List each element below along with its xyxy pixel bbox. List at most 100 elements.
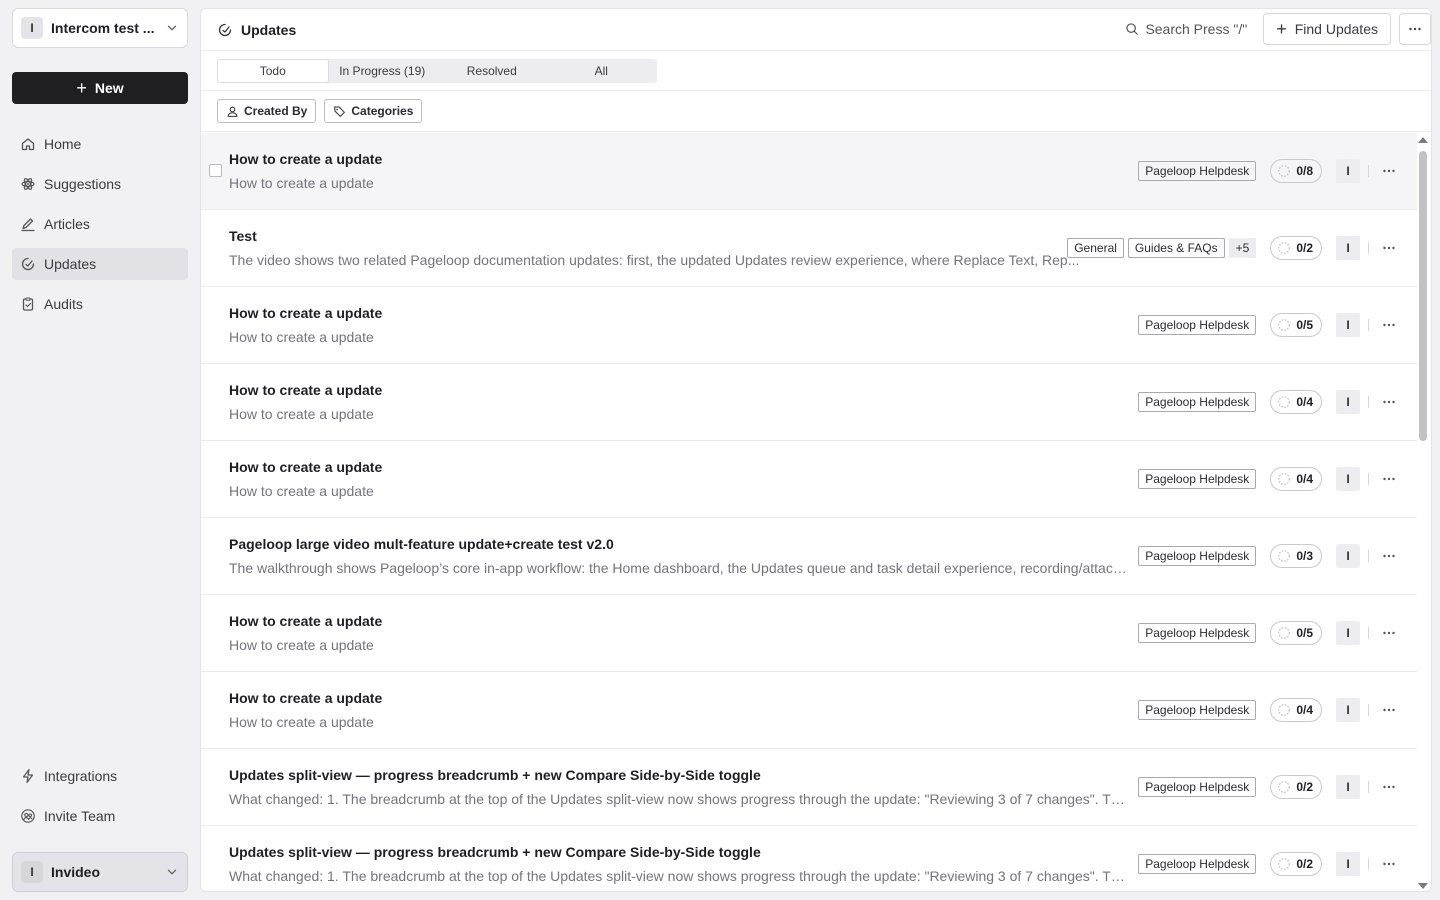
- scroll-down-arrow[interactable]: [1418, 883, 1428, 889]
- row-actions-button[interactable]: [1381, 548, 1397, 564]
- row-actions-button[interactable]: [1381, 702, 1397, 718]
- divider: [1368, 781, 1369, 793]
- new-button[interactable]: + New: [12, 72, 188, 104]
- sidebar-item-suggestions[interactable]: Suggestions: [12, 168, 188, 200]
- more-horizontal-icon: [1383, 862, 1395, 866]
- list-scrollbar[interactable]: [1415, 133, 1431, 891]
- scroll-thumb[interactable]: [1419, 151, 1427, 441]
- more-horizontal-icon: [1383, 785, 1395, 789]
- row-description: The walkthrough shows Pageloop’s core in…: [229, 560, 1129, 576]
- category-tag[interactable]: Pageloop Helpdesk: [1138, 469, 1257, 489]
- created-by-filter[interactable]: Created By: [217, 99, 317, 123]
- category-tag[interactable]: Pageloop Helpdesk: [1138, 161, 1257, 181]
- assignee-avatar[interactable]: I: [1336, 621, 1360, 645]
- row-actions-button[interactable]: [1381, 317, 1397, 333]
- divider: [1368, 550, 1369, 562]
- progress-ring-icon: [1278, 242, 1291, 254]
- progress-badge: 0/4: [1270, 467, 1322, 491]
- sidebar-item-articles[interactable]: Articles: [12, 208, 188, 240]
- more-horizontal-icon: [1383, 246, 1395, 250]
- assignee-avatar[interactable]: I: [1336, 467, 1360, 491]
- sidebar-item-invite-team[interactable]: Invite Team: [12, 800, 188, 832]
- assignee-avatar[interactable]: I: [1336, 852, 1360, 876]
- filters-row: Created By Categories: [201, 91, 1431, 132]
- tab-in-progress[interactable]: In Progress (19): [328, 60, 438, 82]
- progress-ring-icon: [1278, 319, 1291, 331]
- tab-all[interactable]: All: [547, 60, 657, 82]
- progress-badge: 0/4: [1270, 698, 1322, 722]
- sidebar-item-updates[interactable]: Updates: [12, 248, 188, 280]
- table-row[interactable]: Pageloop large video mult-feature update…: [201, 518, 1417, 595]
- row-actions-button[interactable]: [1381, 471, 1397, 487]
- category-tag[interactable]: Pageloop Helpdesk: [1138, 700, 1257, 720]
- categories-filter[interactable]: Categories: [324, 99, 423, 123]
- more-horizontal-icon: [1383, 169, 1395, 173]
- find-updates-label: Find Updates: [1294, 21, 1378, 37]
- updates-icon: [218, 23, 232, 36]
- workspace-switcher[interactable]: I Intercom test ...: [12, 8, 188, 48]
- progress-badge: 0/4: [1270, 390, 1322, 414]
- row-meta: General Guides & FAQs +5 0/2 I: [1067, 236, 1397, 260]
- table-row[interactable]: How to create a update How to create a up…: [201, 287, 1417, 364]
- category-tag[interactable]: Pageloop Helpdesk: [1138, 546, 1257, 566]
- assignee-avatar[interactable]: I: [1336, 775, 1360, 799]
- progress-ring-icon: [1278, 396, 1291, 408]
- progress-count: 0/4: [1296, 472, 1313, 486]
- row-actions-button[interactable]: [1381, 240, 1397, 256]
- page-title: Updates: [241, 21, 297, 38]
- row-meta: Pageloop Helpdesk 0/4 I: [1138, 467, 1397, 491]
- category-tag[interactable]: Pageloop Helpdesk: [1138, 854, 1257, 874]
- table-row[interactable]: How to create a update How to create a up…: [201, 595, 1417, 672]
- more-tags-badge[interactable]: +5: [1228, 238, 1257, 258]
- row-meta: Pageloop Helpdesk 0/5 I: [1138, 313, 1397, 337]
- category-tag[interactable]: Pageloop Helpdesk: [1138, 777, 1257, 797]
- category-tag[interactable]: Guides & FAQs: [1127, 238, 1225, 258]
- row-actions-button[interactable]: [1381, 779, 1397, 795]
- category-tag[interactable]: Pageloop Helpdesk: [1138, 623, 1257, 643]
- sidebar-item-integrations[interactable]: Integrations: [12, 760, 188, 792]
- status-tabs-row: Todo In Progress (19) Resolved All: [201, 51, 1431, 91]
- sidebar-item-audits[interactable]: Audits: [12, 288, 188, 320]
- table-row[interactable]: How to create a update How to create a up…: [201, 672, 1417, 749]
- sidebar-item-label: Updates: [44, 256, 97, 272]
- sidebar-item-label: Suggestions: [44, 176, 122, 192]
- table-row[interactable]: How to create a update How to create a up…: [201, 364, 1417, 441]
- tab-todo[interactable]: Todo: [218, 60, 328, 82]
- table-row[interactable]: Updates split-view — progress breadcrumb…: [201, 749, 1417, 826]
- row-actions-button[interactable]: [1381, 394, 1397, 410]
- find-updates-button[interactable]: + Find Updates: [1263, 13, 1391, 45]
- more-horizontal-icon: [1383, 631, 1395, 635]
- sidebar-item-label: Home: [44, 136, 82, 152]
- assignee-avatar[interactable]: I: [1336, 698, 1360, 722]
- more-options-button[interactable]: [1399, 13, 1431, 45]
- progress-count: 0/5: [1296, 626, 1313, 640]
- table-row[interactable]: Test The video shows two related Pageloop…: [201, 210, 1417, 287]
- row-checkbox[interactable]: [209, 164, 222, 177]
- table-row[interactable]: Updates split-view — progress breadcrumb…: [201, 826, 1417, 891]
- row-actions-button[interactable]: [1381, 163, 1397, 179]
- tag-icon: [334, 106, 346, 117]
- table-row[interactable]: How to create a update How to create a up…: [201, 441, 1417, 518]
- search-trigger[interactable]: Search Press "/": [1125, 21, 1247, 37]
- assignee-avatar[interactable]: I: [1336, 390, 1360, 414]
- search-label: Search Press "/": [1145, 21, 1248, 37]
- assignee-avatar[interactable]: I: [1336, 544, 1360, 568]
- row-actions-button[interactable]: [1381, 856, 1397, 872]
- category-tag[interactable]: Pageloop Helpdesk: [1138, 315, 1257, 335]
- progress-ring-icon: [1278, 550, 1291, 562]
- assignee-avatar[interactable]: I: [1336, 159, 1360, 183]
- progress-ring-icon: [1278, 473, 1291, 485]
- table-row[interactable]: How to create a update How to create a up…: [201, 133, 1417, 210]
- assignee-avatar[interactable]: I: [1336, 236, 1360, 260]
- assignee-avatar[interactable]: I: [1336, 313, 1360, 337]
- scroll-up-arrow[interactable]: [1418, 137, 1428, 143]
- tab-resolved[interactable]: Resolved: [437, 60, 547, 82]
- sidebar-item-home[interactable]: Home: [12, 128, 188, 160]
- category-tag[interactable]: General: [1067, 238, 1124, 258]
- category-tag[interactable]: Pageloop Helpdesk: [1138, 392, 1257, 412]
- row-actions-button[interactable]: [1381, 625, 1397, 641]
- progress-badge: 0/8: [1270, 159, 1322, 183]
- organization-switcher[interactable]: I Invideo: [12, 852, 188, 892]
- progress-ring-icon: [1278, 704, 1291, 716]
- progress-count: 0/8: [1296, 164, 1313, 178]
